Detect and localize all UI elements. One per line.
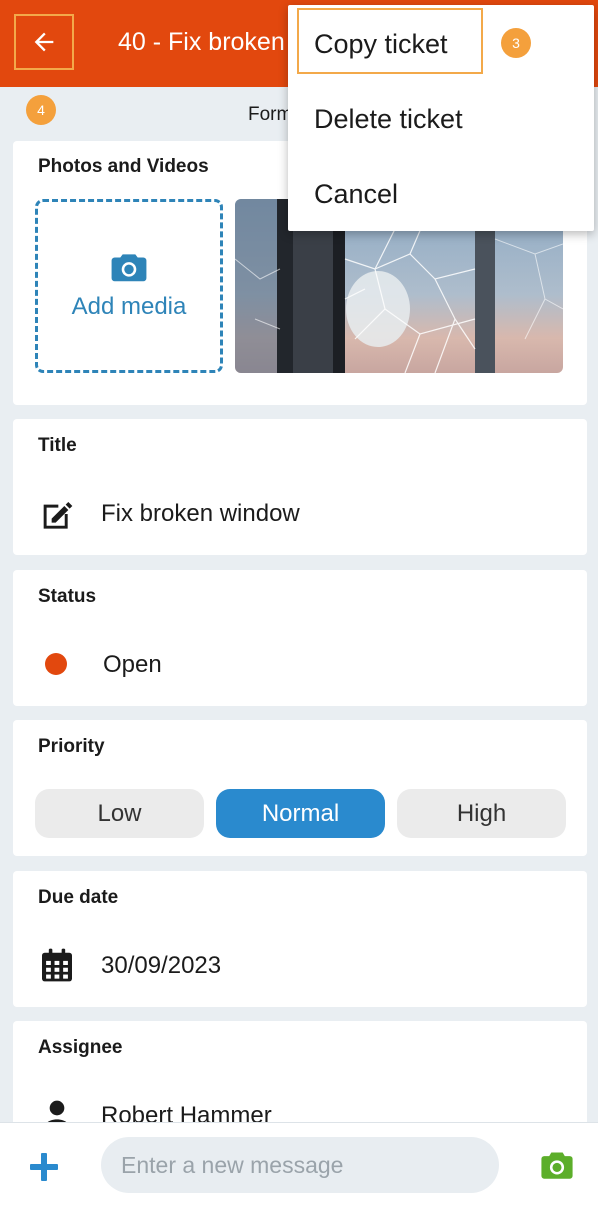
plus-icon (30, 1153, 58, 1181)
menu-item-cancel[interactable]: Cancel (314, 179, 398, 210)
photos-label: Photos and Videos (38, 156, 209, 177)
arrow-left-icon (34, 32, 54, 52)
tab-form[interactable]: Form (248, 104, 292, 126)
step-badge: 4 (26, 95, 56, 125)
status-dot-icon (45, 653, 67, 675)
menu-item-copy-ticket[interactable]: Copy ticket (314, 29, 448, 60)
message-composer (0, 1122, 598, 1207)
add-media-button[interactable]: Add media (35, 199, 223, 373)
edit-icon (37, 497, 77, 531)
priority-card: Priority Low Normal High (13, 720, 587, 856)
due-date-label: Due date (38, 887, 119, 908)
menu-item-delete-ticket[interactable]: Delete ticket (314, 104, 463, 135)
due-date-value: 30/09/2023 (101, 952, 222, 979)
add-attachment-button[interactable] (28, 1151, 60, 1183)
camera-icon (541, 1152, 573, 1179)
back-button[interactable] (14, 14, 74, 70)
priority-low-button[interactable]: Low (35, 789, 204, 838)
title-label: Title (38, 435, 77, 456)
priority-high-button[interactable]: High (397, 789, 566, 838)
priority-label: Priority (38, 736, 105, 757)
status-card[interactable]: Status Open (13, 570, 587, 706)
due-date-card[interactable]: Due date 30/09/2023 (13, 871, 587, 1007)
calendar-icon (37, 947, 77, 983)
camera-button[interactable] (540, 1151, 574, 1183)
assignee-label: Assignee (38, 1037, 123, 1058)
step-badge: 3 (501, 28, 531, 58)
add-media-label: Add media (71, 293, 187, 320)
title-card[interactable]: Title Fix broken window (13, 419, 587, 555)
status-label: Status (38, 586, 97, 607)
priority-normal-button[interactable]: Normal (216, 789, 385, 838)
ticket-options-menu: Copy ticket Delete ticket Cancel (288, 5, 594, 231)
message-input[interactable] (101, 1137, 499, 1193)
status-value: Open (103, 651, 162, 678)
title-value: Fix broken window (101, 500, 300, 527)
camera-icon (111, 254, 147, 282)
